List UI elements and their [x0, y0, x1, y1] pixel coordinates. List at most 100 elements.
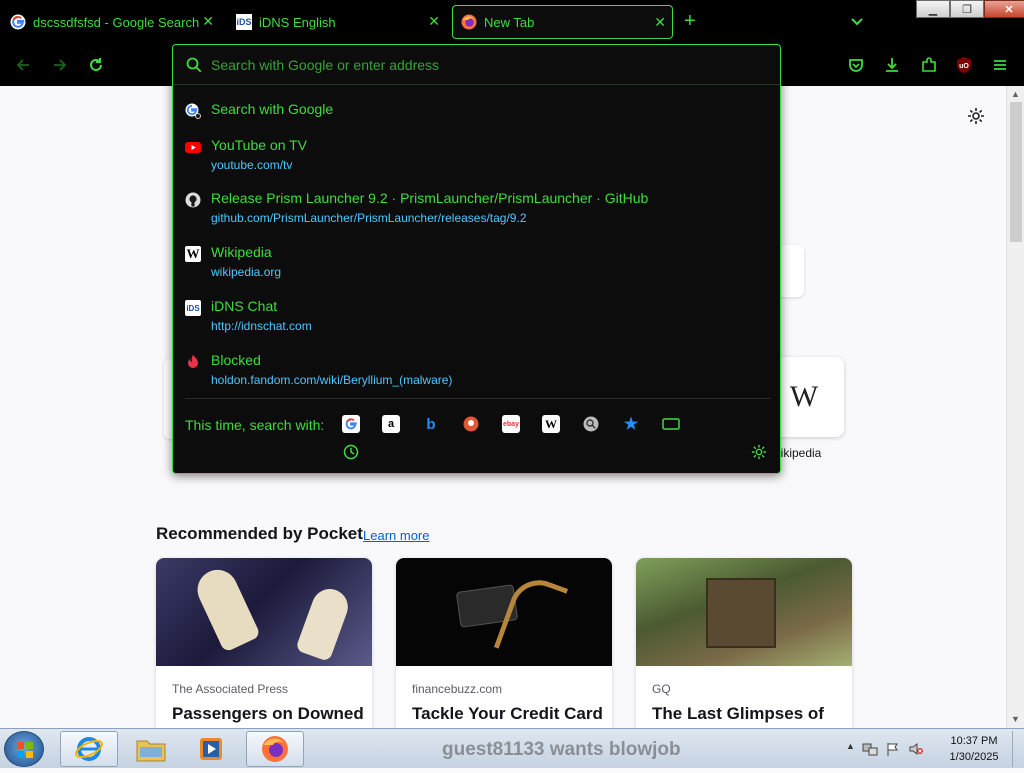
youtube-icon	[185, 139, 201, 155]
clock-time: 10:37 PM	[950, 735, 998, 747]
ublock-shield-icon: uO	[957, 57, 971, 73]
engine-duckduckgo-icon[interactable]	[462, 415, 480, 433]
tabs-icon[interactable]	[662, 415, 680, 433]
tab-title: iDNS English	[259, 14, 336, 30]
tab-title: New Tab	[484, 14, 535, 30]
engine-bing-icon[interactable]: b	[422, 415, 440, 433]
suggestion-title: YouTube on TV	[211, 137, 308, 153]
pocket-card[interactable]: financebuzz.com Tackle Your Credit Card	[396, 558, 612, 728]
suggestion-idns-chat[interactable]: iDS iDNS Chat http://idnschat.com	[185, 298, 769, 342]
taskbar-file-explorer[interactable]	[122, 731, 180, 767]
hamburger-menu-icon	[994, 60, 1006, 70]
engine-google-icon[interactable]	[342, 415, 360, 433]
idns-icon: iDS	[236, 14, 252, 30]
scrollbar-thumb[interactable]	[1010, 102, 1022, 242]
system-tray: ▲	[846, 741, 924, 757]
engine-wikipedia-icon[interactable]: W	[542, 415, 560, 433]
scroll-up-icon[interactable]: ▲	[1011, 89, 1020, 99]
tab-title: dscssdfsfsd - Google Search	[33, 14, 200, 30]
restore-button[interactable]: ❐	[950, 0, 984, 18]
card-headline: Tackle Your Credit Card	[412, 704, 603, 723]
suggestion-url: http://idnschat.com	[211, 319, 312, 333]
firefox-icon	[461, 14, 477, 30]
pocket-section-title: Recommended by Pocket	[156, 524, 363, 543]
idns-icon: iDS	[185, 300, 201, 316]
suggestion-url: github.com/PrismLauncher/PrismLauncher/r…	[211, 211, 527, 225]
search-icon	[185, 56, 203, 74]
arrow-right-icon	[54, 59, 67, 71]
start-button[interactable]	[4, 731, 44, 767]
suggestion-url: wikipedia.org	[211, 265, 282, 279]
suggestion-title: Search with Google	[211, 101, 334, 117]
pocket-card[interactable]: The Associated Press Passengers on Downe…	[156, 558, 372, 728]
github-icon	[185, 192, 201, 208]
action-center-flag-icon[interactable]	[885, 741, 901, 757]
suggestion-title: Wikipedia	[211, 244, 272, 260]
learn-more-link[interactable]: Learn more	[363, 528, 429, 543]
card-source: financebuzz.com	[412, 682, 503, 696]
network-icon[interactable]	[862, 741, 878, 757]
app-menu-button[interactable]	[991, 56, 1009, 74]
top-site-label: wikipedia	[772, 446, 822, 460]
suggestion-youtube[interactable]: YouTube on TV youtube.com/tv	[185, 137, 769, 181]
download-icon	[886, 58, 898, 72]
wikipedia-icon: W	[185, 246, 201, 262]
back-button[interactable]	[14, 56, 32, 74]
suggestion-title: Blocked	[211, 352, 261, 368]
card-source: The Associated Press	[172, 682, 289, 696]
windows-logo-icon	[17, 742, 33, 758]
scroll-down-icon[interactable]: ▼	[1011, 714, 1020, 724]
vertical-scrollbar[interactable]: ▲ ▼	[1006, 86, 1024, 728]
folder-icon	[136, 740, 166, 762]
extensions-button[interactable]	[920, 56, 938, 74]
pocket-icon	[849, 59, 863, 72]
engine-amazon-icon[interactable]: a	[382, 415, 400, 433]
taskbar-internet-explorer[interactable]	[60, 731, 118, 767]
new-tab-button[interactable]: +	[684, 11, 696, 31]
card-image	[396, 558, 612, 666]
suggestion-title: iDNS Chat	[211, 298, 278, 314]
firefox-icon	[262, 736, 288, 762]
puzzle-icon	[922, 57, 936, 72]
suggestion-wikipedia[interactable]: W Wikipedia wikipedia.org	[185, 244, 769, 288]
notification-text: guest81133 wants blowjob	[442, 739, 681, 760]
history-clock-icon[interactable]	[343, 444, 359, 460]
taskbar-firefox[interactable]	[246, 731, 304, 767]
page-settings-button[interactable]	[967, 107, 985, 125]
wikipedia-icon: W	[789, 380, 819, 413]
show-desktop-button[interactable]	[1012, 731, 1022, 767]
tab-idns-english[interactable]: iDS iDNS English ✕	[228, 5, 446, 39]
downloads-button[interactable]	[883, 56, 901, 74]
close-window-button[interactable]: ✕	[984, 0, 1024, 18]
minimize-button[interactable]: ▁	[916, 0, 950, 18]
card-source: GQ	[652, 682, 671, 696]
suggestion-blocked[interactable]: Blocked holdon.fandom.com/wiki/Beryllium…	[185, 352, 769, 396]
tab-strip: dscssdfsfsd - Google Search ✕ iDS iDNS E…	[0, 0, 1024, 44]
volume-muted-icon[interactable]	[908, 741, 924, 757]
address-input[interactable]	[211, 56, 751, 73]
search-with-label: This time, search with:	[185, 417, 325, 433]
close-tab-icon[interactable]: ✕	[428, 13, 440, 30]
tab-google-search[interactable]: dscssdfsfsd - Google Search ✕	[2, 5, 220, 39]
list-all-tabs-button[interactable]	[848, 12, 866, 30]
taskbar-clock[interactable]: 10:37 PM 1/30/2025	[942, 733, 1006, 765]
suggestion-github[interactable]: Release Prism Launcher 9.2 · PrismLaunch…	[185, 190, 769, 234]
windows-taskbar: guest81133 wants blowjob ▲ 10:37 PM 1/30…	[0, 728, 1024, 768]
close-tab-icon[interactable]: ✕	[654, 14, 666, 31]
search-settings-gear-icon[interactable]	[751, 444, 767, 460]
urlbar	[173, 45, 780, 85]
pocket-button[interactable]	[847, 56, 865, 74]
taskbar-media-player[interactable]	[182, 731, 240, 767]
bookmarks-star-icon[interactable]: ★	[622, 415, 640, 433]
ublock-button[interactable]: uO	[955, 56, 973, 74]
urlbar-dropdown: Search with Google YouTube on TV youtube…	[172, 44, 781, 474]
engine-ebay-icon[interactable]: ebay	[502, 415, 520, 433]
engine-search-icon[interactable]	[582, 415, 600, 433]
forward-button[interactable]	[51, 56, 69, 74]
tab-new-tab[interactable]: New Tab ✕	[452, 5, 673, 39]
close-tab-icon[interactable]: ✕	[202, 13, 214, 30]
tray-expand-icon[interactable]: ▲	[846, 741, 855, 757]
card-headline: Passengers on Downed	[172, 704, 364, 723]
reload-button[interactable]	[87, 56, 105, 74]
pocket-card[interactable]: GQ The Last Glimpses of	[636, 558, 852, 728]
